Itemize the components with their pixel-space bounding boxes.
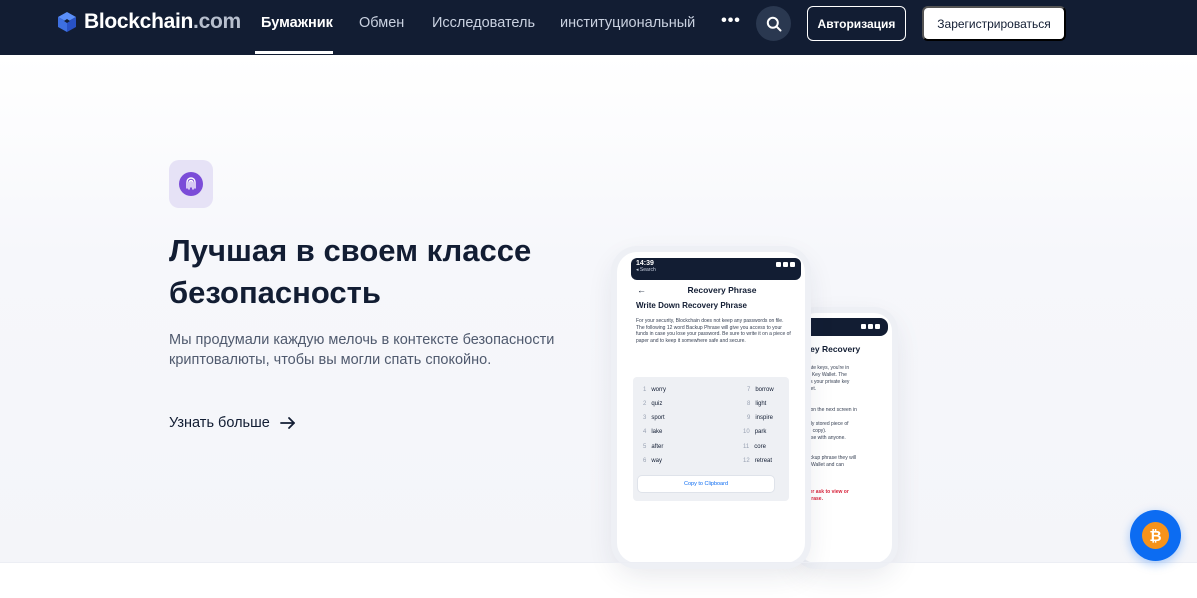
status-icons: [767, 262, 795, 267]
logo-suffix: .com: [193, 10, 241, 33]
blockchain-logo-icon: [58, 12, 76, 32]
key-recovery-text: r backup phrase they will: [801, 455, 857, 461]
recovery-phrase-description: For your security, Blockchain does not k…: [636, 318, 791, 344]
hero-title: Лучшая в своем классе безопасность: [169, 233, 532, 310]
phone-back-link: ◂ Search: [636, 267, 656, 273]
recovery-word: 10 park: [743, 429, 767, 435]
key-recovery-text: ase on the next screen in: [801, 407, 857, 413]
nav-institutional[interactable]: институциональный: [560, 15, 695, 31]
nav-active-indicator: [255, 51, 333, 54]
nav-wallet[interactable]: Бумажник: [261, 15, 333, 31]
signup-button[interactable]: Зарегистрироваться: [922, 6, 1066, 41]
recovery-word: 8 light: [747, 401, 767, 407]
phone-time: 14:39: [636, 260, 654, 267]
key-recovery-text: curely stored piece of: [801, 421, 849, 427]
status-icons: [852, 324, 880, 329]
key-recovery-title: Key Recovery: [804, 344, 861, 354]
search-icon: [766, 16, 781, 31]
key-recovery-text: vate Key Wallet. The: [801, 372, 847, 378]
more-menu-button[interactable]: •••: [718, 12, 744, 34]
nav-exchange[interactable]: Обмен: [359, 15, 404, 31]
recovery-word: 6 way: [643, 458, 663, 464]
recovery-word: 7 borrow: [747, 387, 774, 393]
learn-more-link[interactable]: Узнать больше: [169, 413, 296, 433]
blockchain-logo[interactable]: Blockchain.com: [56, 10, 241, 34]
search-button[interactable]: [756, 6, 791, 41]
floating-crypto-button[interactable]: ₿: [1130, 510, 1181, 561]
phone-status-bar: [802, 318, 888, 336]
recovery-phrase-subtitle: Write Down Recovery Phrase: [636, 301, 748, 310]
recovery-word: 9 inspire: [747, 415, 774, 421]
recovery-word: 2 quiz: [643, 401, 663, 407]
section-divider: [0, 562, 1197, 563]
learn-more-label: Узнать больше: [169, 415, 270, 431]
bitcoin-icon: ₿: [1142, 522, 1169, 549]
logo-brand: Blockchain: [84, 10, 194, 33]
recovery-word: 4 lake: [643, 429, 663, 435]
recovery-word: 11 core: [743, 444, 766, 450]
top-navbar: Blockchain.com Бумажник Обмен Исследоват…: [0, 0, 1197, 55]
phone-status-bar: 14:39 ◂ Search: [631, 258, 801, 280]
nav-explorer[interactable]: Исследователь: [432, 15, 535, 31]
key-recovery-text: vides your private key: [801, 379, 850, 385]
recovery-phrase-header: Recovery Phrase: [687, 285, 757, 295]
logo-text: Blockchain.com: [84, 10, 241, 34]
key-recovery-text: private keys, you're in: [801, 365, 850, 371]
recovery-word: 1 worry: [643, 387, 667, 393]
key-recovery-warning: never ask to view or: [801, 489, 849, 495]
recovery-word: 3 sport: [643, 415, 665, 421]
hero-subtitle: Мы продумали каждую мелочь в контексте б…: [169, 332, 555, 368]
fingerprint-icon: [179, 172, 203, 196]
phone-mockup-recovery-phrase: 14:39 ◂ Search ← Recovery Phrase Write D…: [617, 252, 805, 563]
key-recovery-text: Key Wallet and can: [801, 462, 844, 468]
login-button[interactable]: Авторизация: [807, 6, 906, 41]
recovery-word: 5 after: [643, 444, 664, 450]
back-arrow-icon: ←: [637, 285, 646, 295]
phone-mockup-key-recovery: Key Recovery private keys, you're in vat…: [798, 313, 892, 563]
key-recovery-text: phrase with anyone.: [801, 435, 846, 441]
recovery-word-grid: 1 worry 2 quiz 3 sport 4 lake 5 after 6 way 7b…: [633, 377, 789, 501]
copy-to-clipboard-button: Copy to Clipboard: [637, 475, 775, 493]
feature-icon-badge: [169, 160, 213, 208]
arrow-right-icon: [279, 417, 295, 429]
recovery-word: 12 retreat: [743, 458, 773, 464]
